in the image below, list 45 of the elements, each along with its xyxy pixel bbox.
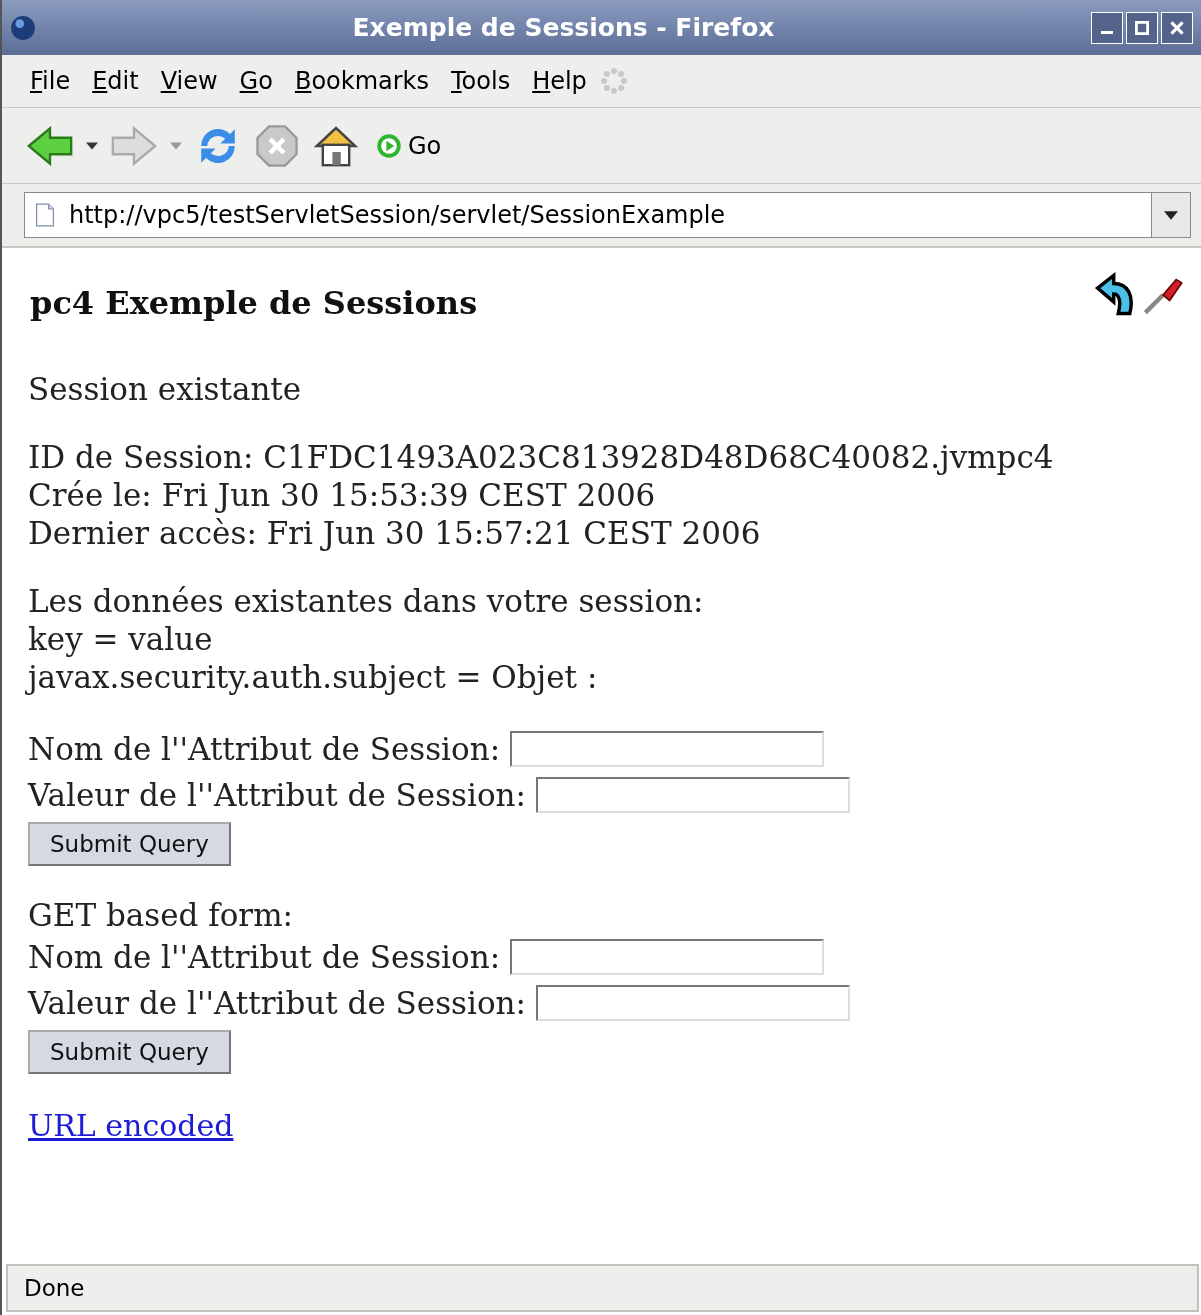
menu-item[interactable]: Bookmarks bbox=[284, 67, 441, 95]
menu-item[interactable]: Edit bbox=[82, 67, 151, 95]
body-text: Session existante bbox=[28, 370, 302, 408]
menu-item[interactable]: Go bbox=[229, 67, 285, 95]
minimize-icon bbox=[1101, 31, 1113, 34]
dropdown-caret-icon[interactable] bbox=[86, 141, 98, 150]
field-label: Nom de l''Attribut de Session: bbox=[28, 731, 501, 767]
submit-button[interactable]: Submit Query bbox=[28, 822, 231, 866]
body-text: ID de Session: C1FDC1493A023C813928D48D68C40082.jvmpc4 bbox=[28, 438, 1054, 476]
body-text: Crée le: Fri Jun 30 15:53:39 CEST 2006 bbox=[28, 476, 656, 514]
go-icon bbox=[376, 132, 402, 159]
go-button[interactable]: Go bbox=[376, 131, 442, 160]
stop-icon[interactable] bbox=[254, 122, 300, 169]
menu-item[interactable]: Tools bbox=[441, 67, 523, 95]
menu-item[interactable]: File bbox=[20, 67, 83, 95]
field-label: Nom de l''Attribut de Session: bbox=[28, 939, 501, 975]
status-text: Done bbox=[24, 1275, 85, 1301]
page-icon bbox=[35, 203, 55, 227]
globe-icon bbox=[10, 14, 36, 41]
input-field[interactable] bbox=[535, 985, 850, 1021]
throbber-icon bbox=[598, 66, 629, 96]
caret-icon bbox=[1164, 210, 1178, 220]
window-title: Exemple de Sessions - Firefox bbox=[351, 13, 776, 42]
menu-item[interactable]: Help bbox=[522, 67, 599, 95]
address-field[interactable]: http://vpc5/testServletSession/servlet/SessionExample bbox=[24, 192, 1152, 238]
form-caption: GET based form: bbox=[28, 896, 293, 934]
submit-button[interactable]: Submit Query bbox=[28, 1030, 231, 1074]
input-field[interactable] bbox=[510, 939, 825, 975]
back-arrow-icon[interactable] bbox=[26, 125, 74, 166]
body-text: key = value bbox=[28, 620, 213, 658]
field-label: Valeur de l''Attribut de Session: bbox=[28, 985, 526, 1021]
minimize-button[interactable] bbox=[1091, 11, 1123, 44]
body-text: Dernier accès: Fri Jun 30 15:57:21 CEST 2006 bbox=[28, 514, 761, 552]
input-field[interactable] bbox=[510, 731, 825, 767]
field-label: Valeur de l''Attribut de Session: bbox=[28, 777, 526, 813]
close-button[interactable] bbox=[1161, 11, 1193, 44]
menu-item[interactable]: View bbox=[150, 67, 230, 95]
input-field[interactable] bbox=[535, 777, 850, 813]
url-encoded-link[interactable]: URL encoded bbox=[28, 1108, 234, 1143]
body-text: Les données existantes dans votre session: bbox=[28, 582, 704, 620]
close-icon bbox=[1170, 20, 1184, 35]
maximize-button[interactable] bbox=[1126, 11, 1158, 44]
maximize-icon bbox=[1135, 20, 1149, 35]
dropdown-button[interactable] bbox=[1152, 192, 1191, 238]
page-heading: pc4 Exemple de Sessions bbox=[30, 284, 478, 322]
